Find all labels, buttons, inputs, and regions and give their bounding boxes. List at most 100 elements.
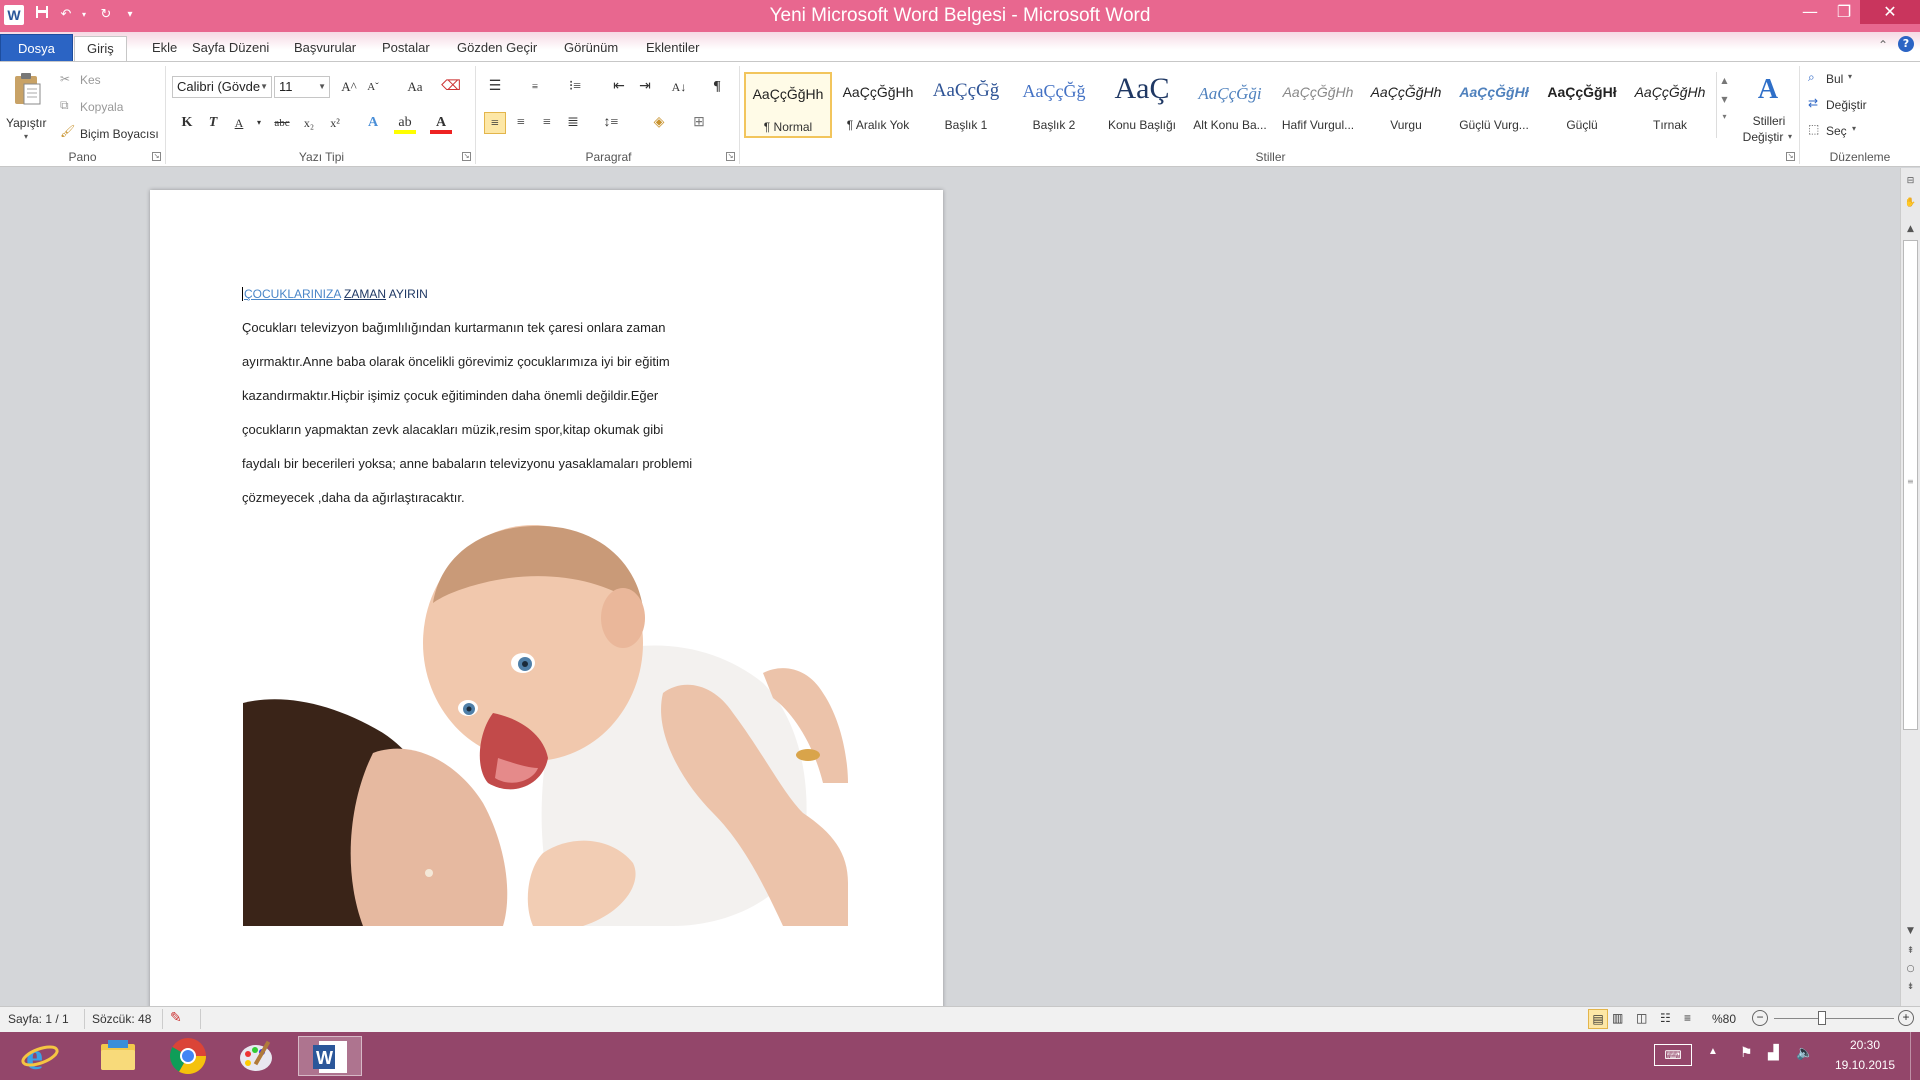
tab-home[interactable]: Giriş — [74, 36, 127, 63]
change-styles-line2[interactable]: Değiştir — [1736, 130, 1790, 144]
increase-indent-icon[interactable]: ⇥ — [634, 76, 656, 98]
style-title[interactable]: AaÇ Konu Başlığı — [1098, 72, 1186, 138]
file-explorer-icon[interactable] — [98, 1036, 158, 1076]
word-icon[interactable]: W — [298, 1036, 362, 1076]
help-icon[interactable]: ? — [1898, 36, 1914, 52]
document-line-2[interactable]: ayırmaktır.Anne baba olarak öncelikli gö… — [242, 354, 670, 369]
clipboard-launcher-icon[interactable]: ↘ — [152, 152, 161, 161]
paste-dropdown-icon[interactable]: ▾ — [24, 132, 28, 141]
font-color-icon[interactable]: A — [430, 112, 452, 134]
style-subtitle[interactable]: AaÇçĞği Alt Konu Ba... — [1186, 72, 1274, 138]
borders-icon[interactable]: ⊞ — [688, 112, 710, 134]
browse-object-icon[interactable]: ○ — [1901, 964, 1920, 974]
document-line-5[interactable]: faydalı bir becerileri yoksa; anne babal… — [242, 456, 692, 471]
tab-add-ins[interactable]: Eklentiler — [634, 36, 711, 62]
style-subtle-emphasis[interactable]: AaÇçĞğHh Hafif Vurgul... — [1274, 72, 1362, 138]
style-normal[interactable]: AaÇçĞğHh ¶ Normal — [744, 72, 832, 138]
find-button[interactable]: Bul — [1826, 72, 1843, 86]
volume-icon[interactable]: 🔈 — [1796, 1044, 1813, 1061]
style-heading-2[interactable]: AaÇçĞğ Başlık 2 — [1010, 72, 1098, 138]
bullets-icon[interactable]: ☰ — [484, 76, 506, 98]
document-line-4[interactable]: çocukların yapmaktan zevk alacakları müz… — [242, 422, 663, 437]
tab-review[interactable]: Gözden Geçir — [445, 36, 549, 62]
document-line-1[interactable]: Çocukları televizyon bağımlılığından kur… — [242, 320, 665, 335]
draft-icon[interactable]: ≡ — [1684, 1011, 1691, 1025]
copy-button[interactable]: Kopyala — [80, 100, 123, 114]
tab-view[interactable]: Görünüm — [552, 36, 630, 62]
vertical-scrollbar[interactable]: ⊟ ✋ ▲ ≡ ▼ ⇞ ○ ⇟ — [1900, 168, 1920, 1006]
numbering-icon[interactable]: ≡ — [524, 76, 546, 98]
scroll-thumb[interactable]: ≡ — [1903, 240, 1918, 730]
chevron-up-icon[interactable]: ▲ — [1717, 76, 1732, 85]
mother-baby-photo[interactable] — [243, 523, 848, 926]
zoom-in-icon[interactable]: + — [1898, 1010, 1914, 1026]
justify-icon[interactable]: ≣ — [562, 112, 584, 134]
pilcrow-button[interactable]: ¶ — [706, 76, 728, 98]
chevron-down-icon[interactable]: ▼ — [1717, 95, 1732, 104]
close-icon[interactable]: ✕ — [1860, 0, 1920, 24]
cut-button[interactable]: Kes — [80, 73, 101, 87]
text-effects-icon[interactable]: A — [362, 112, 384, 134]
font-family-select[interactable]: Calibri (Gövde ▼ — [172, 76, 272, 98]
show-desktop-button[interactable] — [1910, 1032, 1920, 1080]
line-spacing-icon[interactable]: ↕≡ — [600, 112, 622, 134]
multilevel-list-icon[interactable]: ⁝≡ — [564, 76, 586, 98]
previous-page-icon[interactable]: ⇞ — [1901, 946, 1920, 956]
tab-mailings[interactable]: Postalar — [370, 36, 442, 62]
document-line-3[interactable]: kazandırmaktır.Hiçbir işimiz çocuk eğiti… — [242, 388, 658, 403]
outline-icon[interactable]: ☷ — [1660, 1011, 1671, 1025]
strikethrough-button[interactable]: abc — [268, 112, 296, 134]
ribbon-minimize-icon[interactable]: ⌃ — [1878, 38, 1888, 52]
style-emphasis[interactable]: AaÇçĞğHh Vurgu — [1362, 72, 1450, 138]
styles-launcher-icon[interactable]: ↘ — [1786, 152, 1795, 161]
tab-file[interactable]: Dosya — [0, 34, 73, 62]
style-intense-emphasis[interactable]: AaÇçĞğHł Güçlü Vurg... — [1450, 72, 1538, 138]
page-count[interactable]: Sayfa: 1 / 1 — [8, 1012, 69, 1026]
zoom-out-icon[interactable]: − — [1752, 1010, 1768, 1026]
chrome-icon[interactable] — [168, 1036, 228, 1076]
bold-button[interactable]: K — [176, 112, 198, 134]
scroll-up-icon[interactable]: ▲ — [1901, 224, 1920, 234]
grow-font-button[interactable]: A^ — [338, 76, 360, 98]
paste-icon[interactable] — [12, 72, 42, 112]
chevron-down-icon[interactable]: ▾ — [1848, 72, 1852, 81]
print-layout-icon[interactable]: ▤ — [1588, 1009, 1608, 1029]
format-painter-button[interactable]: Biçim Boyacısı — [80, 127, 159, 141]
word-count[interactable]: Sözcük: 48 — [92, 1012, 151, 1026]
style-quote[interactable]: AaÇçĞğHh Tırnak — [1626, 72, 1714, 138]
shrink-font-button[interactable]: Aˇ — [362, 76, 384, 98]
highlight-icon[interactable]: ab — [394, 112, 416, 134]
chevron-down-icon[interactable]: ▾ — [1788, 132, 1792, 141]
superscript-button[interactable]: x² — [324, 112, 346, 134]
zoom-slider-track[interactable] — [1774, 1018, 1894, 1019]
style-heading-1[interactable]: AaÇçĞğ Başlık 1 — [922, 72, 1010, 138]
clock-date[interactable]: 19.10.2015 — [1828, 1058, 1902, 1072]
style-no-spacing[interactable]: AaÇçĞğHh ¶ Aralık Yok — [834, 72, 922, 138]
action-center-flag-icon[interactable]: ⚑ — [1740, 1044, 1753, 1061]
shading-icon[interactable]: ◈ — [648, 112, 670, 134]
font-size-select[interactable]: 11 ▼ — [274, 76, 330, 98]
tab-references[interactable]: Başvurular — [282, 36, 368, 62]
change-case-button[interactable]: Aa — [400, 76, 430, 98]
paragraph-launcher-icon[interactable]: ↘ — [726, 152, 735, 161]
scroll-down-icon[interactable]: ▼ — [1901, 926, 1920, 936]
tab-page-layout[interactable]: Sayfa Düzeni — [180, 36, 281, 62]
paste-button[interactable]: Yapıştır — [6, 116, 46, 130]
sort-icon[interactable]: A↓ — [668, 76, 690, 98]
select-button[interactable]: Seç — [1826, 124, 1847, 138]
more-styles-icon[interactable]: ▾ — [1717, 112, 1732, 121]
ruler-toggle-icon[interactable]: ⊟ — [1901, 176, 1920, 186]
styles-scroll[interactable]: ▲ ▼ ▾ — [1716, 72, 1732, 138]
clock-time[interactable]: 20:30 — [1830, 1038, 1900, 1052]
zoom-slider-thumb[interactable] — [1818, 1011, 1826, 1025]
document-heading[interactable]: ÇOCUKLARINIZA ZAMAN AYIRIN — [242, 287, 428, 301]
replace-button[interactable]: Değiştir — [1826, 98, 1867, 112]
font-launcher-icon[interactable]: ↘ — [462, 152, 471, 161]
align-left-icon[interactable]: ≡ — [484, 112, 506, 134]
show-hidden-icons-icon[interactable]: ▲ — [1708, 1046, 1718, 1057]
paint-icon[interactable] — [236, 1036, 296, 1076]
zoom-level[interactable]: %80 — [1712, 1012, 1736, 1026]
change-styles-icon[interactable]: A — [1748, 74, 1788, 105]
change-styles-line1[interactable]: Stilleri — [1742, 114, 1796, 128]
full-screen-reading-icon[interactable]: ▥ — [1612, 1011, 1623, 1025]
